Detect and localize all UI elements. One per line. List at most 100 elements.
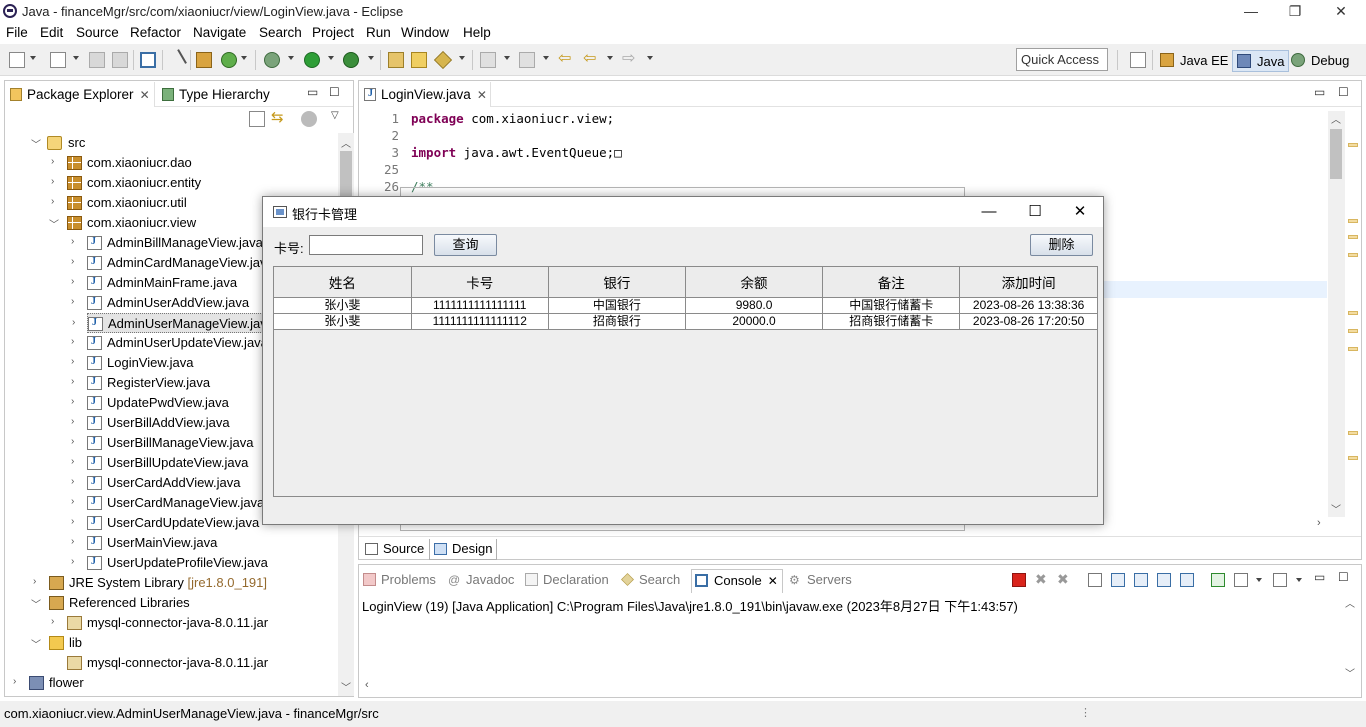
pin-console-icon[interactable]	[1211, 573, 1225, 587]
new-dropdown-icon[interactable]	[30, 56, 36, 60]
perspective-debug[interactable]: Debug	[1287, 50, 1353, 72]
run-icon[interactable]	[304, 52, 320, 68]
expand-arrow-icon[interactable]: ›	[72, 317, 82, 328]
console-vertical-scrollbar[interactable]: ︿ ﹀	[1342, 595, 1359, 680]
tab-javadoc[interactable]: @ Javadoc	[448, 572, 514, 587]
tab-type-hierarchy[interactable]: Type Hierarchy	[157, 82, 270, 107]
expand-arrow-icon[interactable]: ›	[51, 616, 61, 627]
word-wrap-icon[interactable]	[1134, 573, 1148, 587]
clear-console-icon[interactable]	[1088, 573, 1102, 587]
forward-icon[interactable]: ⇨	[622, 51, 638, 68]
expand-arrow-icon[interactable]: ›	[71, 516, 81, 527]
expand-arrow-icon[interactable]: ›	[71, 256, 81, 267]
expand-arrow-icon[interactable]: ›	[71, 496, 81, 507]
display-console-dropdown-icon[interactable]	[1256, 578, 1262, 582]
expand-arrow-icon[interactable]: ›	[71, 336, 81, 347]
table-row[interactable]: 张小斐 1111111111111112 招商银行 20000.0 招商银行储蓄…	[274, 313, 1097, 330]
overview-mark[interactable]	[1348, 219, 1358, 223]
table-cell[interactable]: 2023-08-26 17:20:50	[959, 313, 1097, 330]
column-header-card-number[interactable]: 卡号	[411, 267, 549, 298]
open-task-icon[interactable]	[411, 52, 427, 68]
view-menu-icon[interactable]: ▽	[331, 110, 347, 126]
perspective-java-ee[interactable]: Java EE	[1156, 50, 1232, 72]
minimize-view-icon[interactable]: ▭	[307, 85, 318, 99]
expand-arrow-icon[interactable]: ›	[13, 676, 23, 687]
link-with-editor-icon[interactable]: ⇆	[271, 110, 287, 127]
tree-item-lib-folder[interactable]: ﹀ lib	[31, 633, 333, 653]
overview-mark[interactable]	[1348, 235, 1358, 239]
table-cell[interactable]: 中国银行	[548, 297, 686, 314]
console-horizontal-scrollbar[interactable]: ‹	[361, 679, 1359, 695]
previous-annotation-icon[interactable]	[519, 52, 535, 68]
column-header-bank[interactable]: 银行	[548, 267, 686, 298]
maximize-console-icon[interactable]: ☐	[1338, 570, 1349, 584]
search-icon[interactable]	[433, 50, 453, 70]
editor-vertical-scrollbar[interactable]: ︿ ﹀	[1328, 111, 1345, 517]
close-tab-icon[interactable]: ✕	[140, 88, 150, 102]
overview-mark[interactable]	[1348, 431, 1358, 435]
expand-arrow-icon[interactable]: ›	[71, 436, 81, 447]
perspective-java[interactable]: Java	[1232, 50, 1290, 72]
tab-loginview-java[interactable]: LoginView.java ✕	[359, 82, 491, 107]
menu-window[interactable]: Window	[401, 25, 449, 40]
table-cell[interactable]: 20000.0	[685, 313, 824, 330]
table-cell[interactable]: 2023-08-26 13:38:36	[959, 297, 1097, 314]
table-cell[interactable]: 招商银行	[548, 313, 686, 330]
tree-item-java-file[interactable]: › UserUpdateProfileView.java	[69, 553, 333, 573]
dialog-maximize-button[interactable]: ☐	[1015, 200, 1055, 224]
menu-file[interactable]: File	[6, 25, 28, 40]
table-cell[interactable]: 张小斐	[274, 313, 412, 330]
dialog-close-button[interactable]: ✕	[1060, 200, 1100, 224]
overview-mark[interactable]	[1348, 143, 1358, 147]
minimize-button[interactable]: —	[1228, 0, 1274, 24]
expand-arrow-icon[interactable]: ›	[71, 356, 81, 367]
code-line[interactable]: 25	[359, 162, 1327, 179]
overview-mark[interactable]	[1348, 329, 1358, 333]
scroll-up-icon[interactable]: ︿	[1345, 595, 1355, 610]
maximize-view-icon[interactable]: ☐	[329, 85, 340, 99]
expand-arrow-icon[interactable]: ›	[51, 196, 61, 207]
forward-dropdown-icon[interactable]	[647, 56, 653, 60]
close-tab-icon[interactable]: ✕	[768, 574, 778, 588]
maximize-editor-icon[interactable]: ☐	[1338, 85, 1349, 99]
tab-design[interactable]: Design	[429, 539, 498, 560]
tab-servers[interactable]: ⚙ Servers	[789, 572, 852, 587]
menu-refactor[interactable]: Refactor	[130, 25, 181, 40]
remove-launch-icon[interactable]: ✖	[1035, 572, 1049, 587]
minimize-console-icon[interactable]: ▭	[1314, 570, 1325, 584]
collapse-arrow-icon[interactable]: ﹀	[49, 216, 59, 231]
delete-button[interactable]: 删除	[1030, 234, 1093, 256]
dialog-minimize-button[interactable]: —	[969, 200, 1009, 224]
table-cell[interactable]: 招商银行储蓄卡	[822, 313, 961, 330]
next-annotation-dropdown-icon[interactable]	[504, 56, 510, 60]
overview-mark[interactable]	[1348, 253, 1358, 257]
tree-item-dao[interactable]: › com.xiaoniucr.dao	[49, 153, 333, 173]
column-header-balance[interactable]: 余额	[685, 267, 824, 298]
save-all-icon[interactable]	[112, 52, 128, 68]
scroll-up-icon[interactable]: ︿	[341, 135, 351, 150]
restore-button[interactable]: ❐	[1272, 0, 1318, 24]
expand-arrow-icon[interactable]: ›	[71, 456, 81, 467]
expand-arrow-icon[interactable]: ›	[71, 276, 81, 287]
expand-arrow-icon[interactable]: ›	[71, 376, 81, 387]
quick-access-field[interactable]: Quick Access	[1016, 48, 1108, 71]
overview-mark[interactable]	[1348, 347, 1358, 351]
debug-icon[interactable]	[264, 52, 280, 68]
expand-arrow-icon[interactable]: ›	[51, 176, 61, 187]
open-type-icon[interactable]	[388, 52, 404, 68]
expand-arrow-icon[interactable]: ›	[71, 416, 81, 427]
new-file-dropdown-icon[interactable]	[73, 56, 79, 60]
code-line[interactable]: 3 import java.awt.EventQueue;□	[359, 145, 1327, 162]
table-row[interactable]: 张小斐 1111111111111111 中国银行 9980.0 中国银行储蓄卡…	[274, 297, 1097, 314]
collapse-arrow-icon[interactable]: ﹀	[31, 596, 41, 611]
tree-item-java-file[interactable]: › UserMainView.java	[69, 533, 333, 553]
next-annotation-icon[interactable]	[480, 52, 496, 68]
menu-run[interactable]: Run	[366, 25, 391, 40]
tree-item-entity[interactable]: › com.xiaoniucr.entity	[49, 173, 333, 193]
scroll-down-icon[interactable]: ﹀	[341, 679, 351, 694]
scrollbar-thumb[interactable]	[1330, 129, 1342, 179]
back-dropdown-icon[interactable]	[607, 56, 613, 60]
close-button[interactable]: ✕	[1318, 0, 1364, 24]
tab-source[interactable]: Source	[361, 539, 428, 560]
open-console-dropdown-icon[interactable]	[1296, 578, 1302, 582]
